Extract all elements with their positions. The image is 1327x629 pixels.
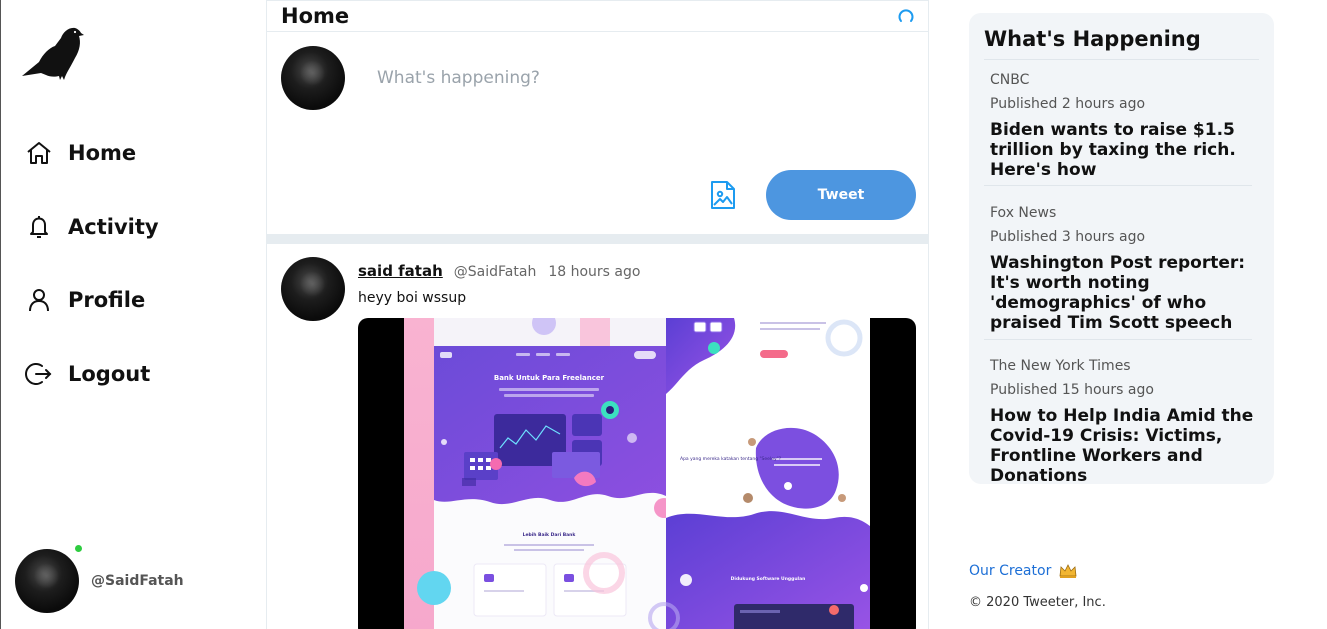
- divider: [984, 339, 1252, 340]
- avatar: [281, 46, 345, 110]
- compose-input[interactable]: [377, 64, 897, 92]
- tweet-card[interactable]: said fatah @SaidFatah 18 hours ago heyy …: [267, 244, 929, 629]
- our-creator-label: Our Creator: [969, 563, 1052, 579]
- tweet-image[interactable]: Bank Untuk Para Freelancer Lebih Baik Da…: [358, 318, 916, 629]
- sidebar-item-label: Activity: [68, 215, 159, 239]
- sidebar-item-label: Logout: [68, 362, 151, 386]
- news-headline[interactable]: Biden wants to raise $1.5 trillion by ta…: [990, 120, 1258, 180]
- tweet-image-artwork: Bank Untuk Para Freelancer Lebih Baik Da…: [404, 318, 870, 629]
- news-item[interactable]: Fox News Published 3 hours ago Washingto…: [990, 203, 1258, 333]
- sidebar-item-profile[interactable]: Profile: [25, 280, 145, 320]
- page-title: Home: [281, 4, 350, 28]
- news-item[interactable]: The New York Times Published 15 hours ag…: [990, 356, 1258, 484]
- crown-icon: [1059, 563, 1077, 579]
- tweet-composer: Tweet: [267, 32, 929, 234]
- news-published: Published 3 hours ago: [990, 229, 1146, 245]
- media-heading: Bank Untuk Para Freelancer: [494, 374, 605, 382]
- refresh-icon[interactable]: [897, 8, 915, 26]
- user-icon: [25, 286, 53, 314]
- tweet-author-handle: @SaidFatah: [453, 264, 537, 280]
- home-header: Home: [267, 0, 929, 32]
- home-icon: [25, 139, 53, 167]
- sidebar-item-label: Home: [68, 141, 137, 165]
- news-source: The New York Times: [990, 358, 1131, 374]
- main-feed: Home Tweet said fatah @SaidFatah 18 hour…: [266, 0, 929, 629]
- panel-title: What's Happening: [984, 27, 1201, 51]
- bell-icon: [25, 213, 53, 241]
- our-creator-link[interactable]: Our Creator: [969, 563, 1077, 579]
- news-item[interactable]: CNBC Published 2 hours ago Biden wants t…: [990, 70, 1258, 180]
- tweet-text: heyy boi wssup: [358, 290, 467, 306]
- sidebar: Home Activity Profile Logout @SaidFatah: [0, 0, 266, 629]
- logout-icon: [25, 360, 53, 388]
- sidebar-item-home[interactable]: Home: [25, 133, 136, 173]
- tweet-author-name[interactable]: said fatah: [358, 262, 443, 280]
- news-headline[interactable]: Washington Post reporter: It's worth not…: [990, 253, 1258, 333]
- raven-logo-icon[interactable]: [21, 24, 85, 84]
- copyright-text: © 2020 Tweeter, Inc.: [969, 595, 1106, 610]
- feed-divider: [267, 234, 929, 244]
- avatar[interactable]: [281, 257, 345, 321]
- avatar[interactable]: [15, 549, 79, 613]
- media-subheading: Lebih Baik Dari Bank: [523, 532, 577, 538]
- news-published: Published 2 hours ago: [990, 96, 1146, 112]
- tweet-button[interactable]: Tweet: [766, 170, 916, 220]
- tweet-meta: said fatah @SaidFatah 18 hours ago: [358, 262, 640, 280]
- divider: [984, 185, 1252, 186]
- image-upload-icon[interactable]: [709, 180, 737, 210]
- news-source: Fox News: [990, 205, 1057, 221]
- divider: [984, 59, 1259, 60]
- online-status-icon: [75, 545, 82, 552]
- whats-happening-panel: What's Happening CNBC Published 2 hours …: [969, 13, 1274, 484]
- news-headline[interactable]: How to Help India Amid the Covid-19 Cris…: [990, 406, 1258, 484]
- sidebar-item-label: Profile: [68, 288, 146, 312]
- sidebar-item-logout[interactable]: Logout: [25, 354, 150, 394]
- sidebar-user[interactable]: @SaidFatah: [15, 545, 184, 613]
- media-section: Didukung Software Unggulan: [731, 576, 806, 582]
- sidebar-item-activity[interactable]: Activity: [25, 207, 159, 247]
- sidebar-user-handle: @SaidFatah: [91, 573, 184, 589]
- news-source: CNBC: [990, 72, 1030, 88]
- media-question: Apa yang mereka katakan tentang "Seeley"…: [680, 456, 782, 462]
- news-published: Published 15 hours ago: [990, 382, 1154, 398]
- tweet-timestamp: 18 hours ago: [548, 264, 641, 280]
